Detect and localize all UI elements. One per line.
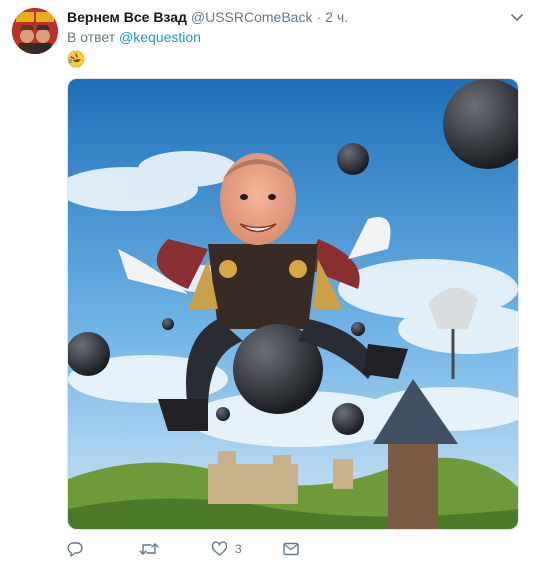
reply-icon — [67, 541, 83, 557]
direct-message-button[interactable] — [283, 542, 355, 556]
chevron-down-icon[interactable] — [509, 10, 525, 26]
separator-dot: · — [316, 9, 322, 25]
heart-icon — [211, 541, 228, 557]
tweet-header: Вернем Все Взад @USSRComeBack · 2 ч. — [67, 9, 517, 29]
tweet-image[interactable] — [67, 78, 519, 530]
like-button[interactable]: 3 — [211, 541, 283, 557]
retweet-button[interactable] — [139, 541, 211, 557]
retweet-icon — [139, 541, 159, 557]
tweet-actions: 3 — [67, 538, 507, 560]
reply-prefix: В ответ — [67, 29, 116, 45]
author-name[interactable]: Вернем Все Взад — [67, 9, 187, 25]
timestamp[interactable]: 2 ч. — [325, 9, 348, 25]
reply-button[interactable] — [67, 541, 139, 557]
reply-mention-link[interactable]: @kequestion — [119, 29, 201, 45]
mail-icon — [283, 542, 299, 556]
avatar[interactable] — [12, 8, 58, 54]
tweet[interactable]: Вернем Все Взад @USSRComeBack · 2 ч. В о… — [0, 0, 537, 563]
reply-context: В ответ @kequestion — [67, 29, 201, 45]
rolling-on-floor-laughing-icon — [67, 50, 85, 68]
author-handle[interactable]: @USSRComeBack — [191, 9, 313, 25]
like-count: 3 — [235, 542, 242, 556]
